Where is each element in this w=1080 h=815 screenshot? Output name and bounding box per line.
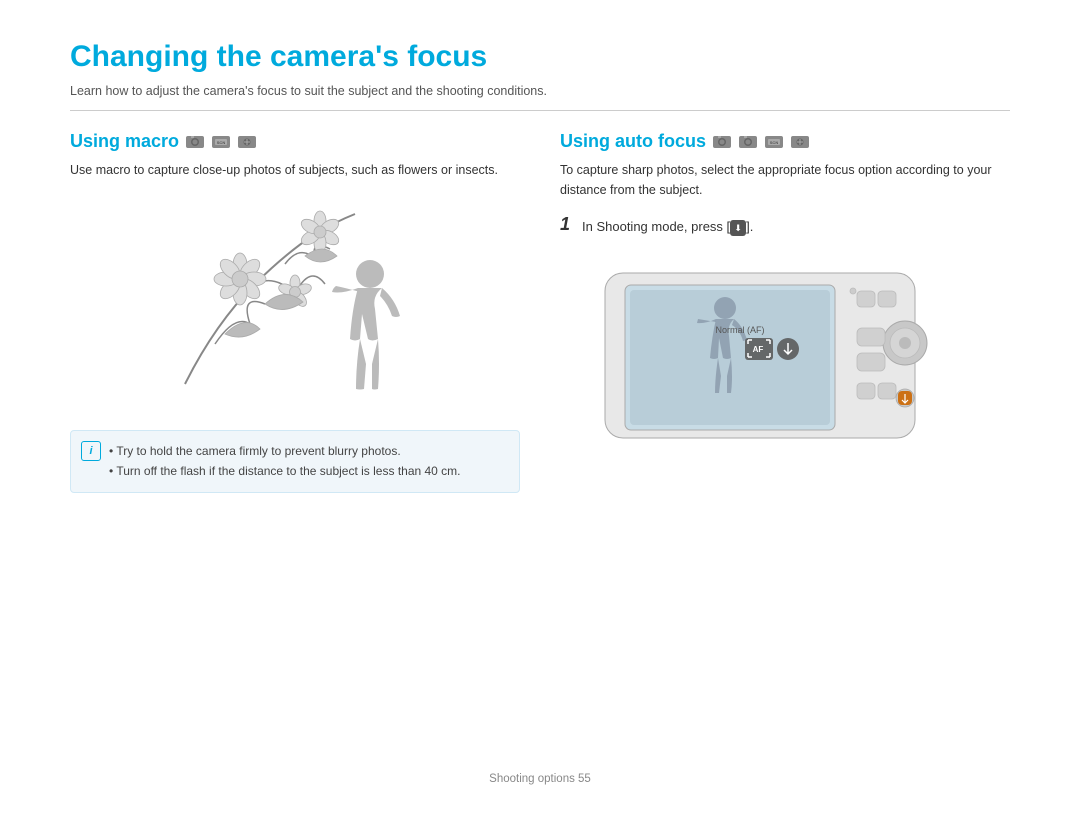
af-icon-3: SCN xyxy=(764,134,784,150)
svg-text:SCN: SCN xyxy=(217,140,226,145)
two-column-layout: Using macro SCN xyxy=(70,131,1010,493)
camera-svg: Normal (AF) AF xyxy=(595,253,975,448)
page-footer: Shooting options 55 xyxy=(0,773,1080,785)
svg-text:Normal (AF): Normal (AF) xyxy=(716,325,765,335)
autofocus-section-title: Using auto focus SCN xyxy=(560,131,1010,152)
macro-description: Use macro to capture close-up photos of … xyxy=(70,160,520,180)
svg-text:AF: AF xyxy=(753,345,764,354)
af-icon-4 xyxy=(790,134,810,150)
macro-icon-2: SCN xyxy=(211,134,231,150)
macro-flower-svg xyxy=(155,204,435,404)
macro-illustration xyxy=(70,194,520,414)
tip-line-2: • Turn off the flash if the distance to … xyxy=(109,461,505,481)
footer-text: Shooting options 55 xyxy=(489,773,591,785)
tip-line-1: • Try to hold the camera firmly to preve… xyxy=(109,441,505,461)
tip-box: i • Try to hold the camera firmly to pre… xyxy=(70,430,520,493)
macro-icon-1 xyxy=(185,134,205,150)
page-container: Changing the camera's focus Learn how to… xyxy=(0,0,1080,815)
page-subtitle: Learn how to adjust the camera's focus t… xyxy=(70,84,1010,111)
step-1-text: In Shooting mode, press [⬇]. xyxy=(582,214,753,237)
af-icon-2 xyxy=(738,134,758,150)
autofocus-description: To capture sharp photos, select the appr… xyxy=(560,160,1010,200)
af-icon-1 xyxy=(712,134,732,150)
autofocus-section: Using auto focus SCN xyxy=(560,131,1010,451)
tip-icon: i xyxy=(81,441,101,461)
step-1: 1 In Shooting mode, press [⬇]. xyxy=(560,214,1010,237)
camera-illustration: Normal (AF) AF xyxy=(560,251,1010,451)
page-title: Changing the camera's focus xyxy=(70,40,1010,74)
step-1-num: 1 xyxy=(560,214,574,236)
macro-icon-3 xyxy=(237,134,257,150)
svg-text:SCN: SCN xyxy=(770,140,779,145)
macro-section: Using macro SCN xyxy=(70,131,520,493)
macro-section-title: Using macro SCN xyxy=(70,131,520,152)
